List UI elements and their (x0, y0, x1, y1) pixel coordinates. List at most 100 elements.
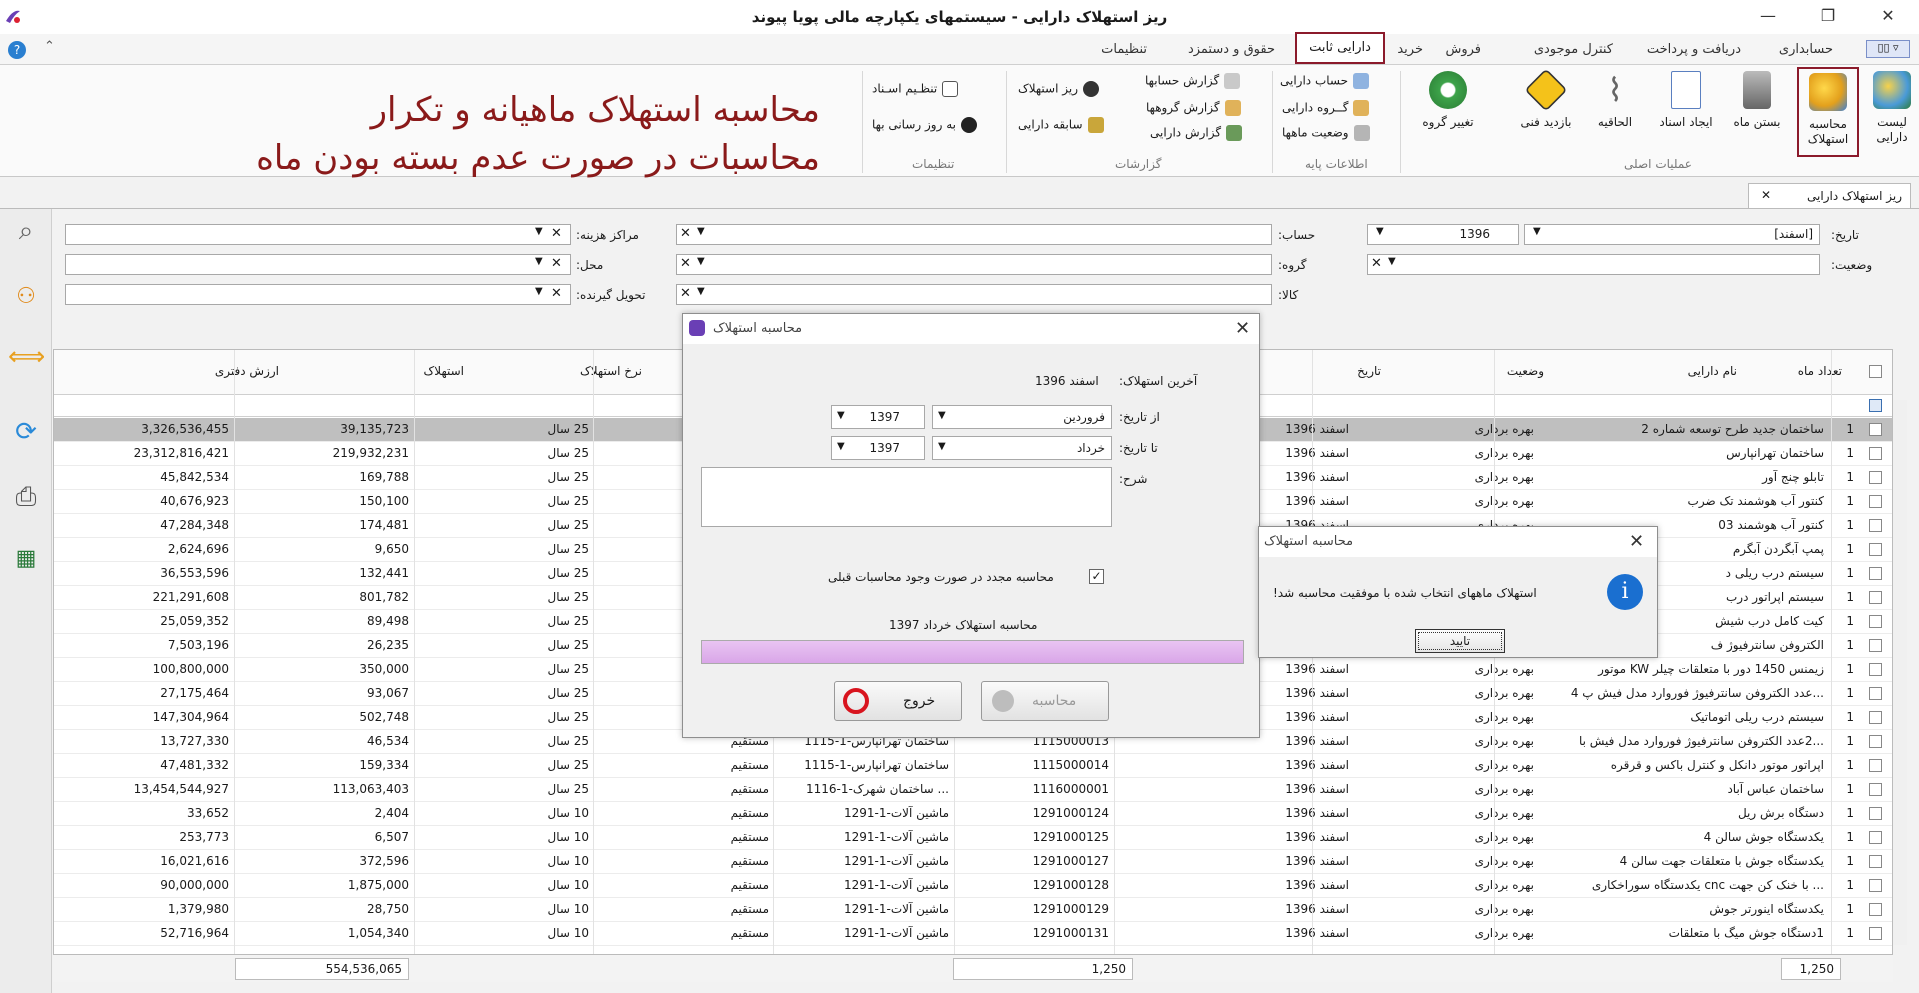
tab-sales[interactable]: فروش (1445, 42, 1481, 57)
expand-arrows-icon[interactable]: ⟺ (8, 339, 45, 375)
row-checkbox[interactable] (1869, 831, 1882, 844)
asset-list-button[interactable]: لیست دارایی (1861, 67, 1919, 153)
ok-button[interactable]: تایید (1415, 629, 1505, 653)
tab-settings[interactable]: تنظیمات (1101, 42, 1147, 57)
asset-group-button[interactable]: گــروه دارایی (1282, 100, 1370, 116)
close-month-button[interactable]: بستن ماه (1726, 67, 1788, 153)
grid-scrollbar[interactable] (1893, 400, 1907, 945)
document-settings-button[interactable]: تنظـیم اسـناد (872, 81, 959, 97)
row-checkbox[interactable] (1869, 927, 1882, 940)
row-checkbox[interactable] (1869, 855, 1882, 868)
table-row[interactable]: 1 ساختمان عباس آباد بهره برداری اسفند 1396 1… (54, 778, 1892, 802)
close-tab-icon[interactable]: ✕ (1761, 188, 1771, 202)
row-checkbox[interactable] (1869, 543, 1882, 556)
table-row[interactable]: 1 یکدستگاه اینورتر جوش بهره برداری اسفند 13… (54, 898, 1892, 922)
close-icon[interactable]: ✕ (1235, 318, 1250, 339)
filter-row-icon[interactable] (1869, 399, 1882, 412)
item-select[interactable]: ✕ ▼ (676, 284, 1272, 305)
from-month-select[interactable]: فروردین ▼ (932, 405, 1112, 429)
col-book-value[interactable]: ارزش دفتری (215, 364, 279, 378)
groups-report-button[interactable]: گزارش گروهها (1146, 100, 1241, 116)
select-all-checkbox[interactable] (1869, 365, 1882, 378)
tab-fixed-assets[interactable]: دارایی ثابت (1295, 32, 1385, 64)
asset-account-button[interactable]: حساب دارایی (1280, 73, 1370, 89)
months-status-button[interactable]: وضعیت ماهها (1282, 125, 1370, 141)
clear-icon[interactable]: ✕ (680, 226, 691, 241)
print-icon[interactable]: ⎙ (8, 479, 44, 515)
tab-receive-pay[interactable]: دریافت و پرداخت (1647, 42, 1741, 57)
row-checkbox[interactable] (1869, 447, 1882, 460)
create-documents-button[interactable]: ایجاد اسناد (1655, 67, 1717, 153)
group-select[interactable]: ✕ ▼ (676, 254, 1272, 275)
receiver-select[interactable]: ✕ ▼ (65, 284, 571, 305)
from-year-select[interactable]: 1397 ▼ (831, 405, 925, 429)
row-checkbox[interactable] (1869, 663, 1882, 676)
close-button[interactable]: ✕ (1868, 4, 1908, 28)
date-year-select[interactable]: 1396 ▼ (1367, 224, 1519, 245)
table-row[interactable]: 1 یکدستگاه جوش با متعلقات جهت سالن 4 بهره … (54, 850, 1892, 874)
row-checkbox[interactable] (1869, 639, 1882, 652)
recalc-checkbox[interactable]: ✓ (1089, 569, 1104, 584)
row-checkbox[interactable] (1869, 567, 1882, 580)
clear-icon[interactable]: ✕ (551, 286, 562, 301)
document-tab[interactable]: ریز استهلاک دارایی ✕ (1748, 183, 1911, 209)
row-checkbox[interactable] (1869, 423, 1882, 436)
row-checkbox[interactable] (1869, 615, 1882, 628)
technical-visit-button[interactable]: بازدید فنی (1515, 67, 1577, 153)
clear-icon[interactable]: ✕ (551, 256, 562, 271)
table-row[interactable]: 1 یکدستگاه جوش سالن 4 بهره برداری اسفند 139… (54, 826, 1892, 850)
refresh-icon[interactable]: ⟳ (8, 414, 44, 450)
clear-icon[interactable]: ✕ (680, 256, 691, 271)
clear-icon[interactable]: ✕ (1371, 256, 1382, 271)
date-month-select[interactable]: [اسفند] ▼ (1524, 224, 1820, 245)
change-group-button[interactable]: تغییر گروه (1410, 67, 1486, 153)
exit-button[interactable]: خروج (834, 681, 962, 721)
col-date[interactable]: تاریخ (1357, 364, 1381, 378)
location-select[interactable]: ✕ ▼ (65, 254, 571, 275)
row-checkbox[interactable] (1869, 687, 1882, 700)
cost-center-select[interactable]: ✕ ▼ (65, 224, 571, 245)
update-prices-button[interactable]: به روز رسانی بها (872, 117, 977, 133)
row-checkbox[interactable] (1869, 471, 1882, 484)
help-icon[interactable]: ? (8, 41, 26, 59)
status-select[interactable]: ✕ ▼ (1367, 254, 1820, 275)
excel-export-icon[interactable]: ▦ (8, 541, 44, 577)
accounts-report-button[interactable]: گزارش حسابها (1145, 73, 1241, 89)
clear-icon[interactable]: ✕ (680, 286, 691, 301)
tab-purchase[interactable]: خرید (1397, 42, 1423, 57)
collapse-ribbon-icon[interactable]: ⌃ (44, 39, 55, 54)
row-checkbox[interactable] (1869, 879, 1882, 892)
clear-icon[interactable]: ✕ (551, 226, 562, 241)
tab-inventory[interactable]: کنترل موجودی (1534, 42, 1613, 57)
search-icon[interactable]: ⌕ (8, 213, 44, 249)
to-month-select[interactable]: خرداد ▼ (932, 436, 1112, 460)
table-row[interactable]: 1 دستگاه برش ریل بهره برداری اسفند 1396 1291… (54, 802, 1892, 826)
col-status[interactable]: وضعیت (1507, 364, 1544, 378)
row-checkbox[interactable] (1869, 735, 1882, 748)
description-textarea[interactable] (701, 467, 1112, 527)
table-row[interactable]: 1 1دستگاه جوش میگ با متعلقات بهره برداری اس… (54, 922, 1892, 946)
account-select[interactable]: ✕ ▼ (676, 224, 1272, 245)
attachment-button[interactable]: ⌇ الحاقیه (1584, 67, 1646, 153)
row-checkbox[interactable] (1869, 783, 1882, 796)
col-name[interactable]: نام دارایی (1688, 364, 1737, 378)
close-icon[interactable]: ✕ (1629, 531, 1644, 552)
col-depreciation[interactable]: استهلاک (424, 364, 464, 378)
row-checkbox[interactable] (1869, 807, 1882, 820)
asset-history-button[interactable]: سابقه دارایی (1018, 117, 1104, 133)
hierarchy-icon[interactable]: ⚇ (8, 279, 44, 315)
row-checkbox[interactable] (1869, 591, 1882, 604)
table-row[interactable]: 1 ... با خنک کن جهت cnc یکدستگاه سوراخکار… (54, 874, 1892, 898)
depreciation-detail-button[interactable]: ریز استهلاک (1018, 81, 1100, 97)
calculate-button[interactable]: محاسبه (981, 681, 1109, 721)
row-checkbox[interactable] (1869, 711, 1882, 724)
calc-depreciation-button[interactable]: محاسبه استهلاک (1797, 67, 1859, 157)
row-checkbox[interactable] (1869, 495, 1882, 508)
tab-accounting[interactable]: حسابداری (1779, 42, 1833, 57)
col-months[interactable]: تعداد ماه (1798, 364, 1842, 378)
restore-button[interactable]: ❐ (1808, 4, 1848, 28)
layout-toggle-icon[interactable]: ▯▯ ▿ (1866, 40, 1910, 58)
tab-payroll[interactable]: حقوق و دستمزد (1188, 42, 1275, 57)
row-checkbox[interactable] (1869, 519, 1882, 532)
minimize-button[interactable]: — (1748, 4, 1788, 28)
